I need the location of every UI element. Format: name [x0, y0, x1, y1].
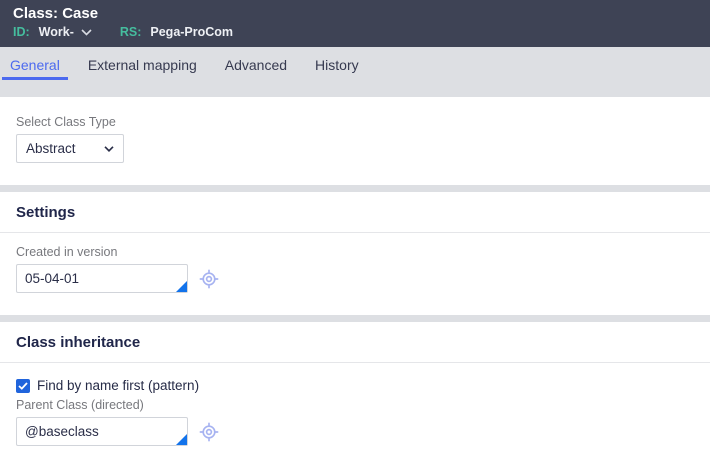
checkmark-icon — [18, 381, 28, 390]
class-type-label: Select Class Type — [16, 115, 116, 129]
tab-bar: General External mapping Advanced Histor… — [0, 47, 710, 97]
page-title: Class: Case — [13, 5, 99, 22]
class-type-selected-value: Abstract — [26, 141, 76, 156]
created-in-version-label: Created in version — [16, 245, 118, 259]
tab-advanced[interactable]: Advanced — [217, 47, 295, 80]
created-in-version-field-wrap — [16, 264, 188, 293]
parent-class-input[interactable] — [16, 417, 188, 446]
ruleset-info: RS: Pega-ProCom — [120, 25, 233, 39]
form-header: Class: Case ID: Work- RS: Pega-ProCom — [0, 0, 710, 47]
rs-value: Pega-ProCom — [150, 25, 234, 39]
gear-icon[interactable] — [196, 266, 222, 292]
class-type-section: Select Class Type Abstract — [0, 97, 710, 185]
class-inheritance-section: Class inheritance Find by name first (pa… — [0, 322, 710, 469]
parent-class-field-wrap — [16, 417, 188, 446]
tab-external-mapping[interactable]: External mapping — [80, 47, 205, 80]
header-meta: ID: Work- RS: Pega-ProCom — [13, 25, 710, 39]
settings-heading: Settings — [0, 192, 710, 233]
find-by-name-checkbox[interactable] — [16, 378, 30, 393]
parent-class-label: Parent Class (directed) — [16, 398, 144, 412]
id-value: Work- — [38, 25, 74, 39]
chevron-down-icon — [104, 145, 114, 152]
find-by-name-label: Find by name first (pattern) — [37, 378, 200, 393]
class-type-select[interactable]: Abstract — [16, 134, 124, 163]
section-divider — [0, 185, 710, 192]
gear-icon[interactable] — [196, 419, 222, 445]
tab-history[interactable]: History — [307, 47, 367, 80]
rs-label: RS: — [119, 25, 142, 39]
tab-general[interactable]: General — [2, 47, 68, 80]
settings-section: Settings Created in version — [0, 192, 710, 315]
id-dropdown[interactable]: ID: Work- — [13, 25, 92, 39]
class-inheritance-heading: Class inheritance — [0, 322, 710, 363]
section-divider — [0, 315, 710, 322]
chevron-down-icon[interactable] — [81, 28, 92, 36]
created-in-version-input[interactable] — [16, 264, 188, 293]
id-label: ID: — [13, 25, 30, 39]
